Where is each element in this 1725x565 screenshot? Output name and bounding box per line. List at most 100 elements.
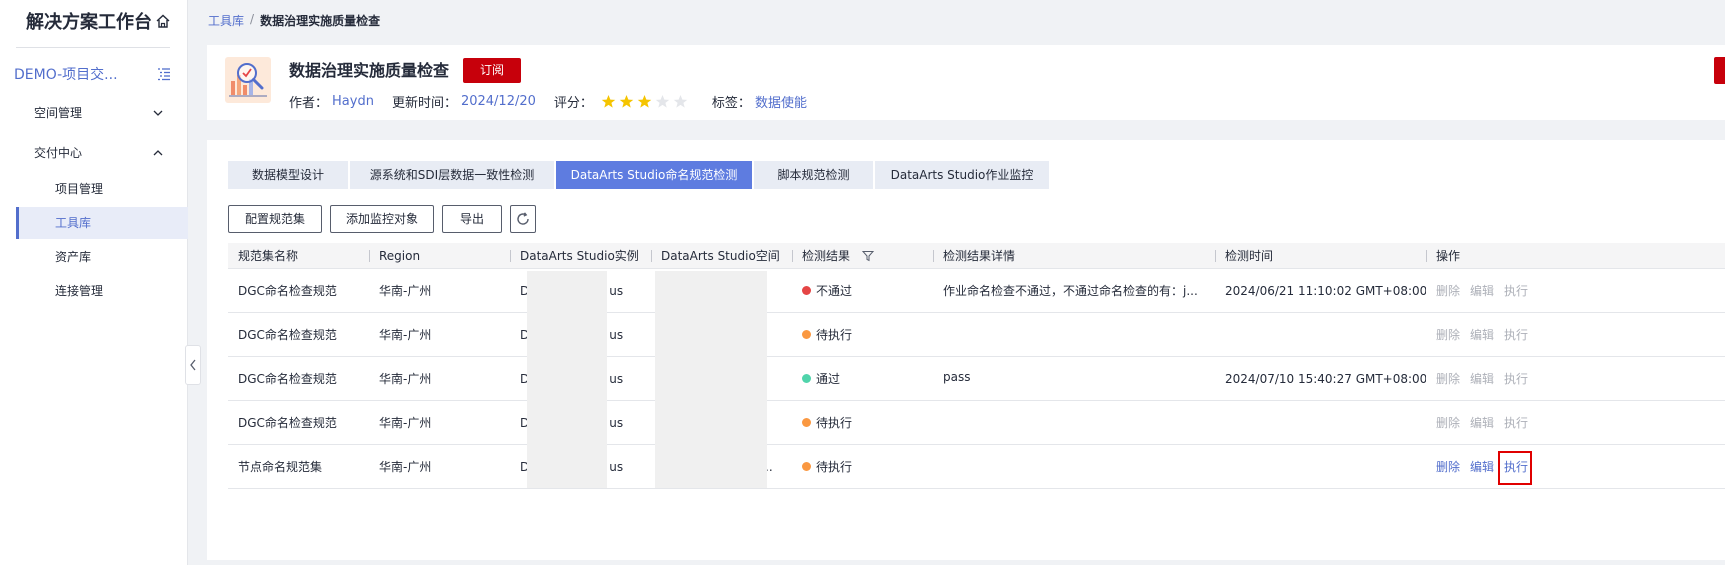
tab-script-convention-check[interactable]: 脚本规范检测: [754, 161, 873, 189]
edit-action[interactable]: 编辑: [1470, 370, 1494, 387]
tab-source-sdi-consistency[interactable]: 源系统和SDI层数据一致性检测: [350, 161, 554, 189]
tab-bar: 数据模型设计 源系统和SDI层数据一致性检测 DataArts Studio命名…: [228, 161, 1049, 189]
instance-suffix: us: [609, 371, 624, 386]
home-icon[interactable]: [155, 13, 171, 29]
breadcrumb-root[interactable]: 工具库: [208, 12, 244, 29]
delete-action[interactable]: 删除: [1436, 326, 1460, 343]
cell-check-result: 通过: [792, 370, 933, 387]
table-row: DGC命名检查规范 华南-广州 Dus 待执行 删除 编辑 执行: [228, 401, 1725, 445]
table-row: DGC命名检查规范 华南-广州 Dus 通过 pass 2024/07/10 15:40:…: [228, 357, 1725, 401]
edit-action[interactable]: 编辑: [1470, 282, 1494, 299]
cell-region: 华南-广州: [379, 284, 432, 298]
cell-check-result: 待执行: [792, 414, 933, 431]
edit-action[interactable]: 编辑: [1470, 414, 1494, 431]
sidebar-item-tool-library[interactable]: 工具库: [16, 207, 188, 239]
cell-check-result: 不通过: [792, 282, 933, 299]
status-dot-icon: [802, 374, 811, 383]
tab-naming-convention-check[interactable]: DataArts Studio命名规范检测: [556, 161, 752, 189]
col-ruleset-name: 规范集名称: [238, 248, 299, 263]
cell-result-detail: [933, 445, 1215, 458]
sidebar-item-asset-library[interactable]: 资产库: [16, 241, 188, 273]
delete-action[interactable]: 删除: [1436, 282, 1460, 299]
run-action[interactable]: 执行: [1498, 451, 1533, 485]
cell-actions: 删除 编辑 执行: [1426, 282, 1725, 299]
tool-title: 数据治理实施质量检查: [289, 61, 450, 80]
sidebar-item-project-mgmt[interactable]: 项目管理: [16, 173, 188, 205]
ruleset-table: 规范集名称 Region DataArts Studio实例 DataArts …: [228, 243, 1725, 489]
status-badge: 待执行: [802, 326, 852, 343]
col-result-detail: 检测结果详情: [933, 243, 1215, 269]
cell-check-result: 待执行: [792, 326, 933, 343]
export-button[interactable]: 导出: [442, 205, 502, 233]
chevron-up-icon: [153, 149, 163, 155]
status-text: 待执行: [816, 328, 853, 342]
star-filled-icon: [601, 94, 616, 108]
project-selector[interactable]: DEMO-项目交...: [14, 64, 172, 84]
refresh-button[interactable]: [510, 205, 536, 233]
status-badge: 待执行: [802, 458, 852, 475]
data-governance-tool-icon: [225, 57, 271, 103]
instance-suffix: us: [609, 415, 624, 430]
right-action-button-edge[interactable]: [1714, 57, 1725, 84]
breadcrumb-current: 数据治理实施质量检查: [260, 14, 381, 28]
run-action[interactable]: 执行: [1504, 414, 1528, 431]
nav-group-space-label: 空间管理: [34, 106, 83, 120]
edit-action[interactable]: 编辑: [1470, 458, 1494, 475]
col-space: DataArts Studio空间: [651, 243, 792, 269]
add-monitor-object-button[interactable]: 添加监控对象: [330, 205, 434, 233]
workbench-title[interactable]: 解决方案工作台: [26, 8, 171, 34]
run-action[interactable]: 执行: [1504, 282, 1528, 299]
edit-action[interactable]: 编辑: [1470, 326, 1494, 343]
tag-link[interactable]: 数据使能: [755, 92, 807, 111]
filter-icon[interactable]: [861, 250, 874, 262]
status-text: 待执行: [816, 416, 853, 430]
run-action[interactable]: 执行: [1504, 326, 1528, 343]
status-text: 不通过: [816, 284, 853, 298]
col-region: Region: [369, 243, 510, 269]
sidebar-divider: [16, 47, 170, 48]
subscribe-button[interactable]: 订阅: [463, 58, 521, 83]
updated-date: 2024/12/20: [460, 94, 536, 109]
delete-action[interactable]: 删除: [1436, 370, 1460, 387]
cell-result-detail: [933, 401, 1215, 414]
tab-job-monitoring[interactable]: DataArts Studio作业监控: [875, 161, 1049, 189]
star-filled-icon: [637, 94, 652, 108]
author-label: 作者：: [289, 96, 329, 111]
instance-suffix: us: [609, 283, 624, 298]
instance-suffix: us: [609, 459, 624, 474]
cell-ruleset-name: DGC命名检查规范: [238, 284, 337, 298]
tool-header-card: 数据治理实施质量检查 订阅 作者： Haydn 更新时间： 2024/12/20…: [207, 45, 1725, 120]
breadcrumb: 工具库 / 数据治理实施质量检查: [208, 12, 380, 29]
list-menu-icon[interactable]: [156, 66, 172, 82]
status-badge: 通过: [802, 370, 840, 387]
col-check-result-label: 检测结果: [802, 248, 851, 263]
cell-check-time: 2024/06/21 11:10:02 GMT+08:00: [1225, 283, 1426, 298]
project-name[interactable]: DEMO-项目交...: [14, 64, 118, 84]
cell-check-time: 2024/07/10 15:40:27 GMT+08:00: [1225, 371, 1426, 386]
cell-region: 华南-广州: [379, 372, 432, 386]
delete-action[interactable]: 删除: [1436, 458, 1460, 475]
sidebar-collapse-handle[interactable]: [185, 345, 201, 385]
col-instance: DataArts Studio实例: [510, 243, 651, 269]
author-link[interactable]: Haydn: [332, 94, 374, 109]
chevron-down-icon: [153, 110, 163, 116]
run-action[interactable]: 执行: [1504, 370, 1528, 387]
status-text: 通过: [816, 372, 841, 386]
table-row: 节点命名规范集 华南-广州 Dus.. 待执行 删除 编辑 执行: [228, 445, 1725, 489]
main-content-card: 数据模型设计 源系统和SDI层数据一致性检测 DataArts Studio命名…: [207, 140, 1725, 560]
status-dot-icon: [802, 286, 811, 295]
nav-group-space[interactable]: 空间管理: [34, 104, 164, 121]
sidebar-item-connection-mgmt[interactable]: 连接管理: [16, 275, 188, 307]
instance-suffix: us: [609, 327, 624, 342]
updated-label: 更新时间：: [391, 96, 457, 111]
star-empty-icon: [673, 94, 688, 108]
nav-group-delivery[interactable]: 交付中心: [34, 144, 164, 161]
table-row: DGC命名检查规范 华南-广州 Dus 待执行 删除 编辑 执行: [228, 313, 1725, 357]
nav-group-delivery-label: 交付中心: [34, 146, 83, 160]
cell-actions: 删除 编辑 执行: [1426, 370, 1725, 387]
tab-data-model-design[interactable]: 数据模型设计: [228, 161, 348, 189]
table-body: DGC命名检查规范 华南-广州 Dus 不通过 作业命名检查不通过，不通过命名检查的有：…: [228, 269, 1725, 489]
config-ruleset-button[interactable]: 配置规范集: [228, 205, 322, 233]
delete-action[interactable]: 删除: [1436, 414, 1460, 431]
redacted-space-mask: [655, 271, 767, 488]
